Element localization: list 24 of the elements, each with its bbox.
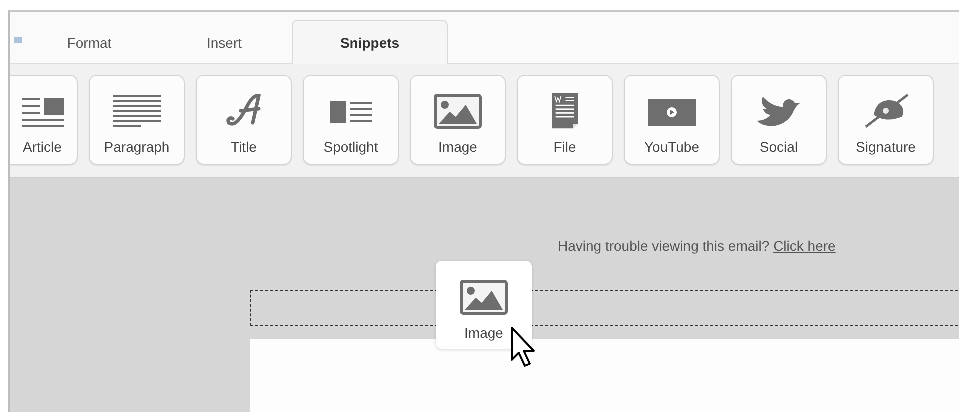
tab[interactable]: Format <box>22 20 157 64</box>
tab[interactable]: Insert <box>157 20 292 64</box>
paragraph-icon <box>113 93 161 129</box>
snippet-button[interactable]: Paragraph <box>89 75 185 165</box>
snippet-button[interactable]: Title <box>196 75 292 165</box>
snippet-button[interactable]: Social <box>731 75 827 165</box>
tab[interactable]: Snippets <box>292 20 448 64</box>
snippet-button[interactable]: YouTube <box>624 75 720 165</box>
snippet-button[interactable]: Signature <box>838 75 934 165</box>
snippet-button[interactable]: File <box>517 75 613 165</box>
snippet-button[interactable]: Article <box>10 75 78 165</box>
tab-icon <box>14 37 22 43</box>
notice-text: Having trouble viewing this email? Click here <box>558 238 836 254</box>
click-here-link[interactable]: Click here <box>774 238 836 254</box>
image-icon <box>434 94 482 129</box>
article-icon <box>22 95 64 129</box>
snippet-label: Image <box>464 325 504 341</box>
script-letter-icon <box>225 93 263 129</box>
snippet-button[interactable]: Spotlight <box>303 75 399 165</box>
pointer-cursor-icon <box>508 326 538 370</box>
document-icon <box>552 93 578 129</box>
image-icon <box>460 280 508 315</box>
snippet-button[interactable]: Image <box>410 75 506 165</box>
bird-icon <box>755 95 803 129</box>
